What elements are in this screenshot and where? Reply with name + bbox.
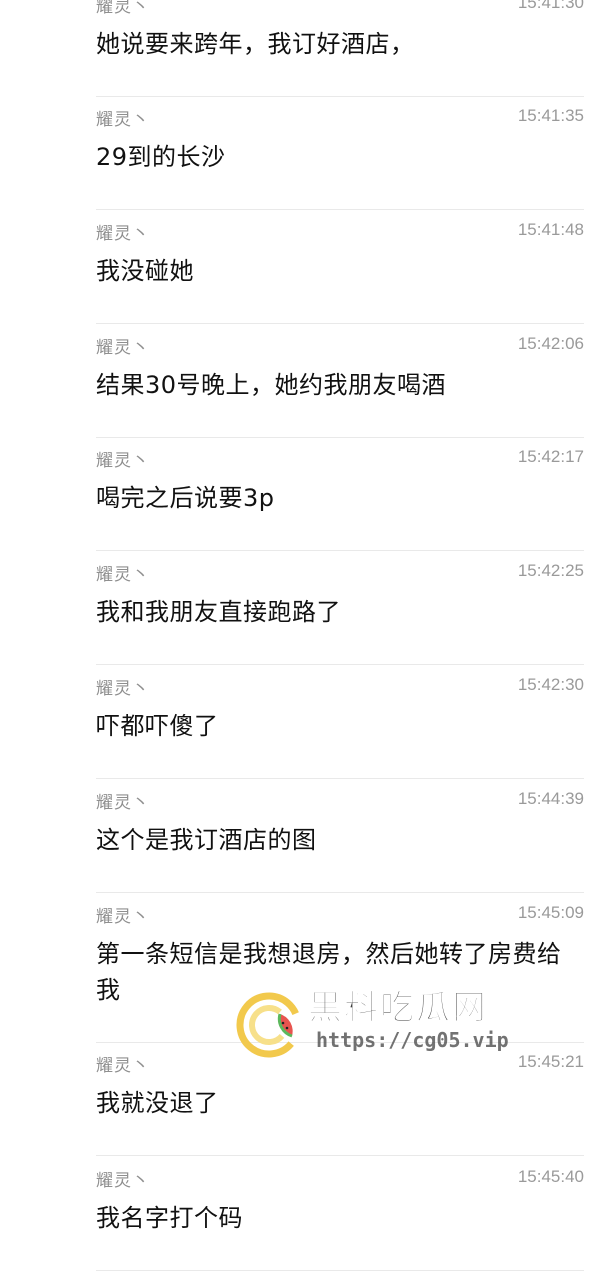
sender-name: 耀灵丶 [96,793,150,813]
list-item[interactable]: 耀灵丶 15:42:17 喝完之后说要3p [96,438,584,551]
message-text: 吓都吓傻了 [96,712,219,740]
sender-name: 耀灵丶 [96,1056,150,1076]
timestamp: 15:41:35 [517,106,584,125]
sender-name: 耀灵丶 [96,907,150,927]
list-item[interactable]: 耀灵丶 15:44:39 这个是我订酒店的图 [96,780,584,893]
message-text: 我没碰她 [96,257,194,285]
timestamp: 15:42:17 [517,447,584,466]
timestamp: 15:45:21 [517,1052,584,1071]
list-item[interactable]: 耀灵丶 15:41:48 我没碰她 [96,211,584,324]
timestamp: 15:42:30 [517,675,584,694]
timestamp: 15:45:09 [517,903,584,922]
sender-name: 耀灵丶 [96,451,150,471]
message-text: 喝完之后说要3p [96,484,275,512]
sender-name: 耀灵丶 [96,110,150,130]
list-item[interactable]: 耀灵丶 15:45:40 我名字打个码 [96,1158,584,1271]
timestamp: 15:42:25 [517,561,584,580]
sender-name: 耀灵丶 [96,565,150,585]
watermelon-logo-icon [236,992,302,1058]
list-item[interactable]: 耀灵丶 15:42:06 结果30号晚上，她约我朋友喝酒 [96,325,584,438]
list-item[interactable]: 耀灵丶 15:41:35 29到的长沙 [96,97,584,210]
sender-name: 耀灵丶 [96,679,150,699]
message-text: 她说要来跨年，我订好酒店， [96,30,415,58]
list-item[interactable]: 耀灵丶 15:42:30 吓都吓傻了 [96,666,584,779]
sender-name: 耀灵丶 [96,0,150,17]
watermark-url: https://cg05.vip [316,1028,509,1052]
message-text: 结果30号晚上，她约我朋友喝酒 [96,371,447,399]
list-item[interactable]: 耀灵丶 15:41:30 她说要来跨年，我订好酒店， [96,0,584,97]
watermark: 黑料吃瓜网 https://cg05.vip [236,962,509,1062]
timestamp: 15:45:40 [517,1167,584,1186]
timestamp: 15:41:48 [517,220,584,239]
list-item[interactable]: 耀灵丶 15:42:25 我和我朋友直接跑路了 [96,552,584,665]
watermark-title: 黑料吃瓜网 [308,988,488,1029]
message-text: 我和我朋友直接跑路了 [96,598,341,626]
sender-name: 耀灵丶 [96,1171,150,1191]
message-text: 29到的长沙 [96,143,226,171]
timestamp: 15:41:30 [517,0,584,12]
sender-name: 耀灵丶 [96,224,150,244]
message-text: 这个是我订酒店的图 [96,826,317,854]
message-text: 我名字打个码 [96,1204,243,1232]
message-text: 我就没退了 [96,1089,219,1117]
sender-name: 耀灵丶 [96,338,150,358]
timestamp: 15:42:06 [517,334,584,353]
timestamp: 15:44:39 [517,789,584,808]
